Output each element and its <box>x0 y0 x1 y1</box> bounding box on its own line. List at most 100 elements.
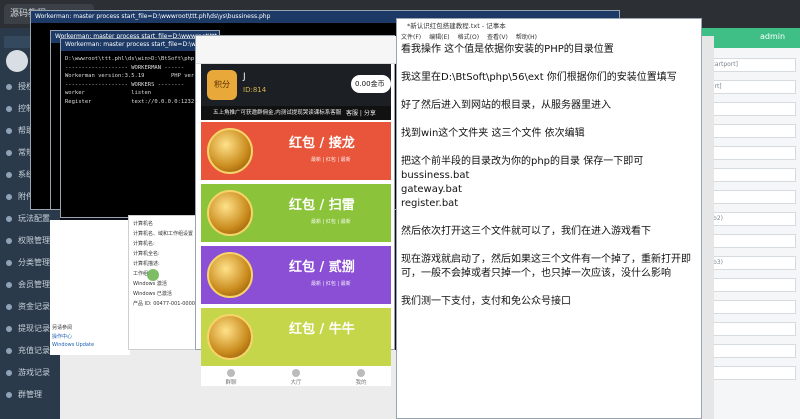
game-subtitle: 最新 | 红包 | 最新 <box>311 219 351 225</box>
sysinfo-line: Windows 激活 <box>133 281 167 287</box>
form-field[interactable] <box>704 234 796 248</box>
menu-icon <box>6 326 12 332</box>
form-field[interactable] <box>704 190 796 204</box>
form-field[interactable]: (ab3) <box>704 256 796 270</box>
share-button[interactable]: 客服 | 分享 <box>346 108 376 117</box>
game-title: 红包 / 接龙 <box>289 136 355 151</box>
user-name: J <box>243 72 246 82</box>
user-id: ID:814 <box>243 86 267 94</box>
admin-form-panel: [startport] port] (ab2) (ab3) <box>700 28 800 419</box>
sidebar-item-label: 游戏记录 <box>18 368 50 377</box>
terminal-line: Workerman version:3.5.19 PHP ver <box>65 73 195 79</box>
terminal-line: ------------------- WORKERS -------- <box>65 81 185 88</box>
notepad-menu: 文件(F) 编辑(E) 格式(O) 查看(V) 帮助(H) <box>397 33 701 43</box>
notepad-menu-item[interactable]: 帮助(H) <box>516 34 537 41</box>
menu-icon <box>6 304 12 310</box>
menu-icon <box>6 84 12 90</box>
terminal-output: D:\wwwroot\ttt.phl\ds\win>D:\BtSoft\php -… <box>65 55 215 106</box>
menu-icon <box>6 392 12 398</box>
terminal-line: D:\wwwroot\ttt.phl\ds\win>D:\BtSoft\php <box>65 56 195 62</box>
game-icon <box>207 314 253 360</box>
mobile-app-window[interactable]: 积分 J ID:814 0.00金币 五上角推广可获邀群佣金,内测试提现哭读课标… <box>195 35 396 386</box>
form-field[interactable] <box>704 278 796 292</box>
notepad-menu-item[interactable]: 编辑(E) <box>429 34 449 41</box>
nav-item[interactable]: 大厅 <box>276 369 316 386</box>
text-line: 找到win这个文件夹 这三个文件 依次编辑 <box>401 128 585 139</box>
admin-user-label[interactable]: admin <box>760 32 785 41</box>
sidebar-item[interactable]: 群管理 <box>0 384 60 406</box>
sysinfo-line: 计算机全名: <box>133 251 160 257</box>
nav-label: 大厅 <box>290 380 302 386</box>
form-field[interactable] <box>704 344 796 358</box>
notepad-menu-item[interactable]: 文件(F) <box>401 34 421 41</box>
form-field[interactable]: (ab2) <box>704 212 796 226</box>
scrollbar[interactable] <box>702 36 714 419</box>
sysinfo-line: 计算机描述: <box>133 261 160 267</box>
text-line: 现在游戏就启动了，然后如果这三个文件有一个掉了，重新打开即 <box>401 254 691 265</box>
menu-icon <box>6 348 12 354</box>
text-line: 把这个前半段的目录改为你的php的目录 保存一下即可 <box>401 156 644 167</box>
text-line: gateway.bat <box>401 184 462 195</box>
form-field[interactable] <box>704 146 796 160</box>
coin-balance[interactable]: 0.00金币 <box>351 75 391 93</box>
sysinfo-line: Windows 已激活 <box>133 291 172 297</box>
sysinfo-link[interactable]: 另请参阅 <box>52 324 72 331</box>
game-card[interactable]: 红包 / 牛牛 <box>201 308 391 366</box>
game-title: 红包 / 贰捌 <box>289 260 355 275</box>
text-line: 然后依次打开这三个文件就可以了，我们在进入游戏看下 <box>401 226 651 237</box>
game-icon <box>207 252 253 298</box>
text-line: 看我操作 这个值是依据你安装的PHP的目录位置 <box>401 44 614 55</box>
sysinfo-line: 产品 ID: 00477-001-000043 <box>133 301 202 307</box>
nav-label: 群聊 <box>225 380 237 386</box>
nav-item[interactable]: 我的 <box>341 369 381 386</box>
sysinfo-link[interactable]: 操作中心 <box>52 333 72 340</box>
form-field[interactable] <box>704 366 796 380</box>
menu-icon <box>6 128 12 134</box>
menu-icon <box>6 172 12 178</box>
game-icon <box>207 190 253 236</box>
sysinfo-line: 计算机名 <box>133 221 154 227</box>
form-field[interactable] <box>704 102 796 116</box>
sidebar-item-label: 提现记录 <box>18 324 50 333</box>
mouse-cursor-highlight <box>147 269 159 281</box>
game-icon <box>207 128 253 174</box>
text-line: register.bat <box>401 198 459 209</box>
game-card[interactable]: 红包 / 扫雷 最新 | 红包 | 最新 <box>201 184 391 242</box>
sidebar-item-label: 充值记录 <box>18 346 50 355</box>
form-field[interactable] <box>704 168 796 182</box>
text-line: bussiness.bat <box>401 170 470 181</box>
terminal-line: ------------------- WORKERMAN ------ <box>65 64 185 71</box>
menu-icon <box>6 106 12 112</box>
text-line: 我这里在D:\BtSoft\php\56\ext 你们根据你们的安装位置填写 <box>401 72 677 83</box>
form-field[interactable]: [startport] <box>704 58 796 72</box>
sysinfo-line: 计算机名: <box>133 241 155 247</box>
nav-icon <box>227 369 235 377</box>
notepad-menu-item[interactable]: 查看(V) <box>487 34 508 41</box>
game-title: 红包 / 牛牛 <box>289 322 355 337</box>
nav-item[interactable]: 群聊 <box>211 369 251 386</box>
system-info-sidebar: 另请参阅操作中心 Windows Update <box>50 220 130 355</box>
sidebar-item-label: 玩法配置 <box>18 214 50 223</box>
game-card[interactable]: 红包 / 接龙 最新 | 红包 | 最新 <box>201 122 391 180</box>
game-card[interactable]: 红包 / 贰捌 最新 | 红包 | 最新 <box>201 246 391 304</box>
menu-icon <box>6 150 12 156</box>
mobile-toolbar <box>196 36 396 64</box>
menu-icon <box>6 282 12 288</box>
notepad-window[interactable]: *新认识红包搭建教程.txt - 记事本 文件(F) 编辑(E) 格式(O) 查看(V… <box>396 18 702 419</box>
form-field[interactable] <box>704 300 796 314</box>
text-line: 可，一般不会掉或者只掉一个，也只掉一次应该，没什么影响 <box>401 268 671 279</box>
terminal-line: Register text://0.0.0.0:1232 <box>65 98 195 105</box>
form-field[interactable] <box>704 322 796 336</box>
avatar[interactable] <box>6 50 28 72</box>
terminal-line: worker listen <box>65 90 152 96</box>
form-field[interactable] <box>704 124 796 138</box>
sidebar-item[interactable]: 游戏记录 <box>0 362 60 384</box>
menu-icon <box>6 238 12 244</box>
notepad-menu-item[interactable]: 格式(O) <box>458 34 479 41</box>
sidebar-item-label: 分类管理 <box>18 258 50 267</box>
menu-icon <box>6 260 12 266</box>
form-field[interactable]: port] <box>704 80 796 94</box>
sidebar-item-label: 会员管理 <box>18 280 50 289</box>
sysinfo-link[interactable]: Windows Update <box>52 342 94 348</box>
text-line: 我们测一下支付，支付和免公众号接口 <box>401 296 571 307</box>
